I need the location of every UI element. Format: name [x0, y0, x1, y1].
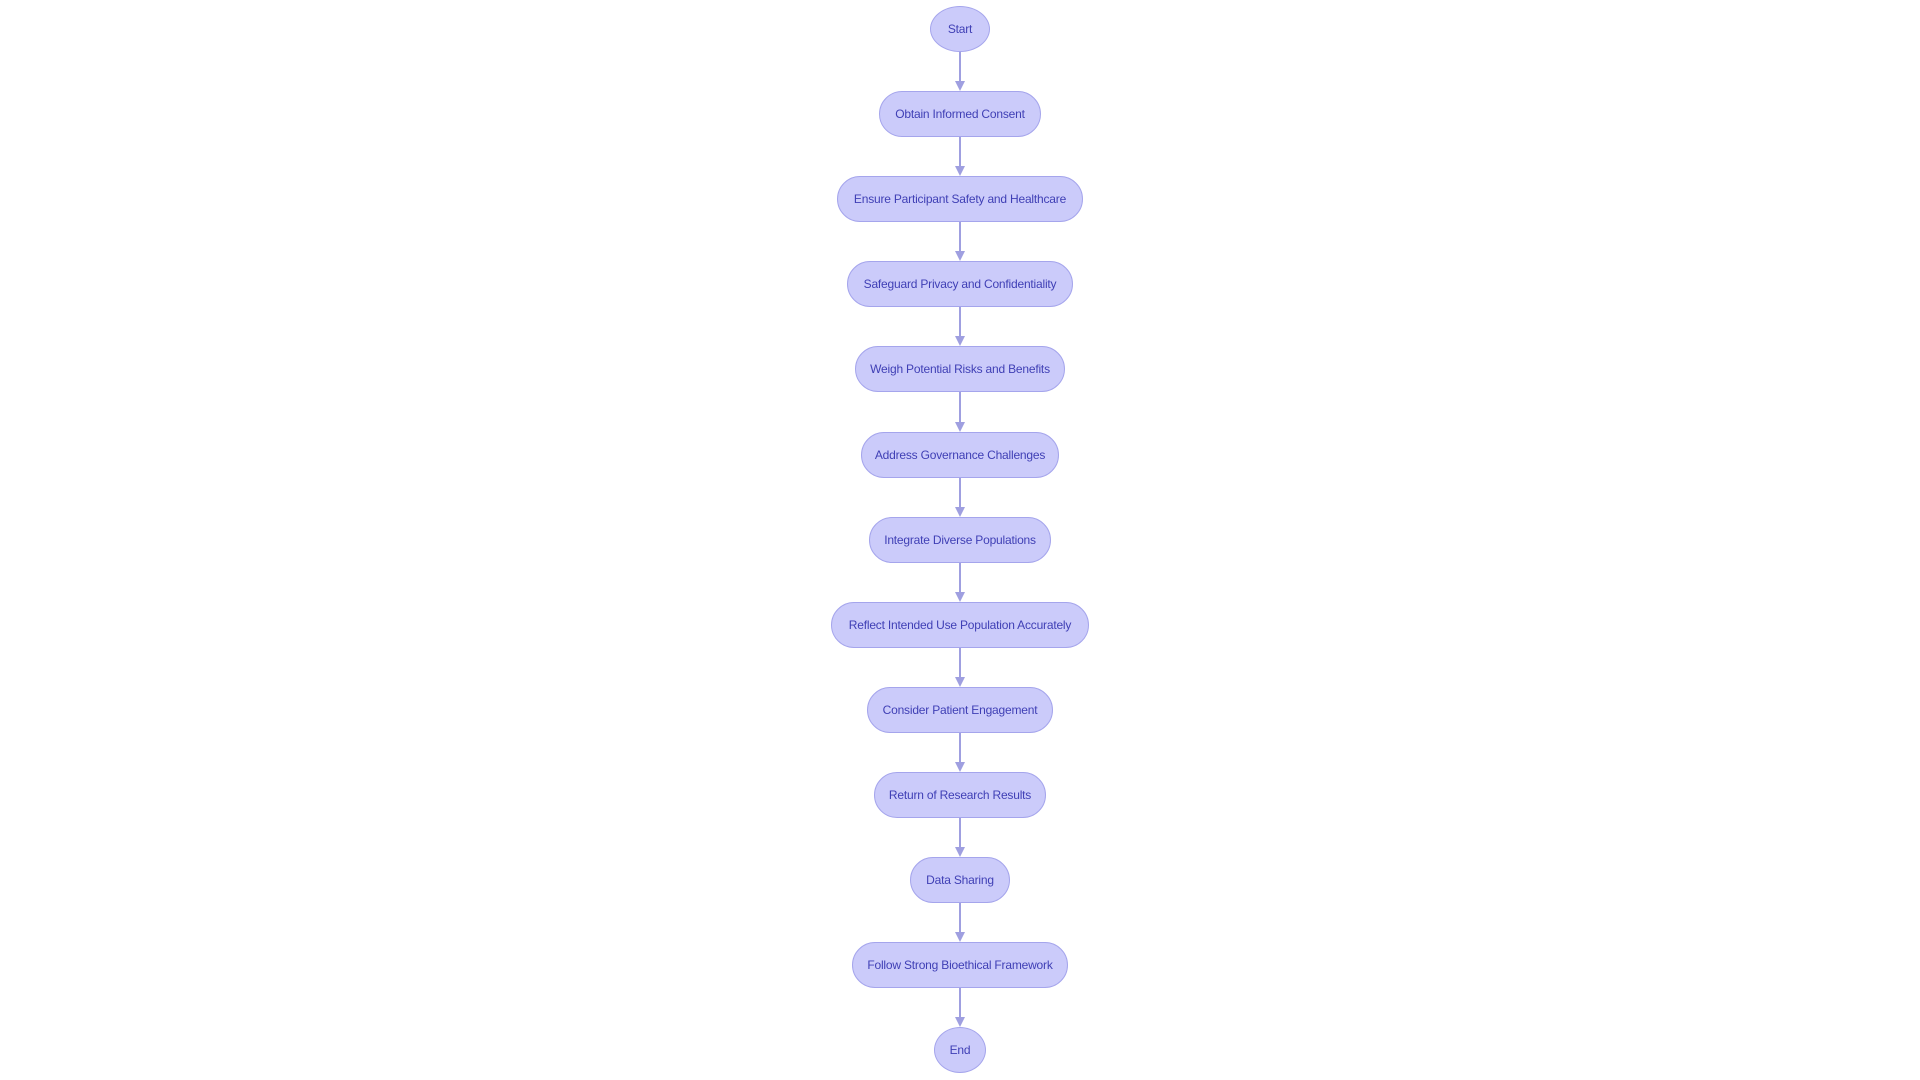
- arrowhead-icon: [955, 422, 965, 432]
- node-label: Start: [947, 22, 973, 36]
- edge-risks-to-governance: [955, 392, 965, 432]
- arrowhead-icon: [955, 507, 965, 517]
- node-label: Follow Strong Bioethical Framework: [867, 958, 1053, 972]
- arrowhead-icon: [955, 166, 965, 176]
- node-label: Consider Patient Engagement: [882, 703, 1038, 717]
- arrowhead-icon: [955, 762, 965, 772]
- node-privacy: Safeguard Privacy and Confidentiality: [847, 261, 1073, 307]
- node-risks: Weigh Potential Risks and Benefits: [855, 346, 1065, 392]
- arrowhead-icon: [955, 932, 965, 942]
- node-label: Return of Research Results: [888, 788, 1032, 802]
- arrowhead-icon: [955, 1017, 965, 1027]
- arrowhead-icon: [955, 677, 965, 687]
- node-label: End: [949, 1043, 971, 1057]
- node-governance: Address Governance Challenges: [861, 432, 1059, 478]
- edge-framework-to-end: [955, 988, 965, 1027]
- edge-diverse-to-reflect: [955, 563, 965, 602]
- node-label: Reflect Intended Use Population Accurate…: [848, 618, 1072, 632]
- node-start: Start: [930, 6, 990, 52]
- edge-reflect-to-engagement: [955, 648, 965, 687]
- arrowhead-icon: [955, 336, 965, 346]
- node-label: Safeguard Privacy and Confidentiality: [863, 277, 1057, 291]
- edge-consent-to-safety: [955, 137, 965, 176]
- node-label: Weigh Potential Risks and Benefits: [870, 362, 1050, 376]
- node-label: Data Sharing: [926, 873, 994, 887]
- node-end: End: [934, 1027, 986, 1073]
- edge-privacy-to-risks: [955, 307, 965, 346]
- node-sharing: Data Sharing: [910, 857, 1010, 903]
- node-engagement: Consider Patient Engagement: [867, 687, 1053, 733]
- arrowhead-icon: [955, 592, 965, 602]
- node-consent: Obtain Informed Consent: [879, 91, 1041, 137]
- edge-start-to-consent: [955, 52, 965, 91]
- node-results: Return of Research Results: [874, 772, 1046, 818]
- node-label: Integrate Diverse Populations: [884, 533, 1036, 547]
- node-reflect: Reflect Intended Use Population Accurate…: [831, 602, 1089, 648]
- edge-results-to-sharing: [955, 818, 965, 857]
- arrowhead-icon: [955, 81, 965, 91]
- edge-governance-to-diverse: [955, 478, 965, 517]
- edge-engagement-to-results: [955, 733, 965, 772]
- node-framework: Follow Strong Bioethical Framework: [852, 942, 1068, 988]
- arrowhead-icon: [955, 251, 965, 261]
- edge-safety-to-privacy: [955, 222, 965, 261]
- arrowhead-icon: [955, 847, 965, 857]
- node-label: Ensure Participant Safety and Healthcare: [853, 192, 1067, 206]
- edge-sharing-to-framework: [955, 903, 965, 942]
- node-label: Address Governance Challenges: [874, 448, 1046, 462]
- node-label: Obtain Informed Consent: [895, 107, 1025, 121]
- node-diverse: Integrate Diverse Populations: [869, 517, 1051, 563]
- flowchart: Start Obtain Informed Consent Ensure Parti…: [0, 0, 1920, 1080]
- node-safety: Ensure Participant Safety and Healthcare: [837, 176, 1083, 222]
